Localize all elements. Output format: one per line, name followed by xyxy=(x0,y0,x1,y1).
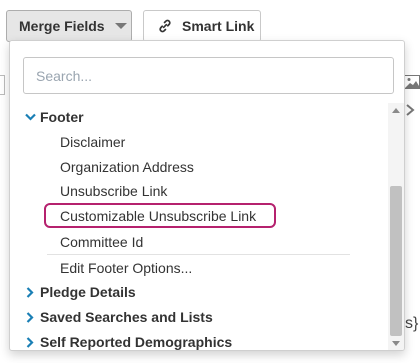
merge-field-item[interactable]: Unsubscribe Link xyxy=(10,179,404,203)
scroll-down-arrow-icon[interactable] xyxy=(392,341,400,346)
highlight-outline xyxy=(44,203,276,228)
category-label: Footer xyxy=(40,109,84,125)
merge-field-item[interactable]: Disclaimer xyxy=(10,130,404,154)
merge-fields-button[interactable]: Merge Fields xyxy=(6,10,132,42)
category-footer[interactable]: Footer xyxy=(10,105,400,129)
category-label: Self Reported Demographics xyxy=(40,334,233,350)
chevron-right-icon xyxy=(24,286,36,298)
merge-field-item[interactable]: Committee Id xyxy=(10,230,404,254)
editor-text-fragment: s} xyxy=(405,315,419,332)
merge-field-item[interactable]: Organization Address xyxy=(10,155,404,179)
smart-link-label: Smart Link xyxy=(182,18,255,34)
smart-link-button[interactable]: Smart Link xyxy=(143,10,261,42)
merge-fields-label: Merge Fields xyxy=(19,18,105,34)
divider xyxy=(47,254,350,255)
edit-footer-options-link[interactable]: Edit Footer Options... xyxy=(10,256,404,280)
category-label: Pledge Details xyxy=(40,284,136,300)
image-icon[interactable] xyxy=(404,75,420,89)
chevron-right-icon xyxy=(24,336,36,348)
chevron-right-icon xyxy=(24,311,36,323)
search-input[interactable] xyxy=(23,57,394,94)
chevron-down-icon xyxy=(24,111,36,123)
category-self-reported-demographics[interactable]: Self Reported Demographics xyxy=(10,330,400,350)
scrollbar-thumb[interactable] xyxy=(390,186,402,336)
category-label: Saved Searches and Lists xyxy=(40,309,213,325)
merge-fields-dropdown: Footer Disclaimer Organization Address U… xyxy=(9,40,405,351)
editor-edge xyxy=(0,75,5,95)
category-pledge-details[interactable]: Pledge Details xyxy=(10,280,400,304)
scroll-up-arrow-icon[interactable] xyxy=(392,108,400,113)
caret-down-icon xyxy=(114,23,127,29)
category-saved-searches[interactable]: Saved Searches and Lists xyxy=(10,305,400,329)
chevron-right-icon[interactable] xyxy=(404,103,416,117)
link-icon xyxy=(159,19,171,33)
